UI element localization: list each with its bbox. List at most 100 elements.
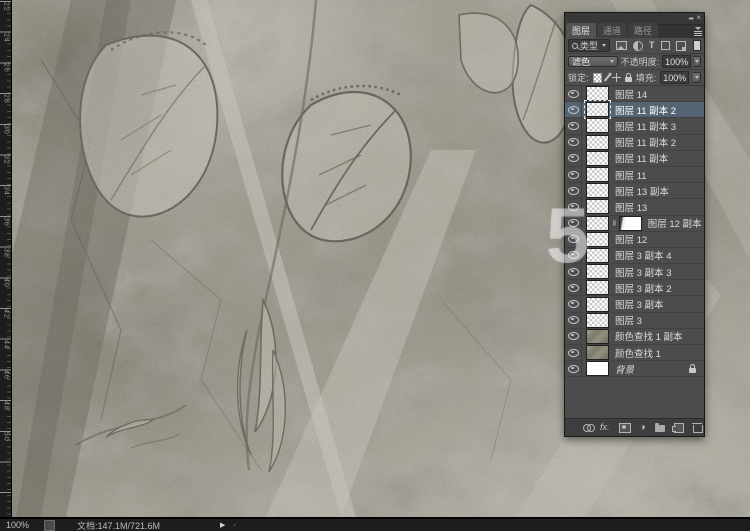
- layer-row[interactable]: 图层 3 副本 4: [565, 247, 704, 265]
- lock-transparency-icon[interactable]: [592, 72, 603, 83]
- layer-name[interactable]: 图层 3 副本 3: [615, 265, 672, 279]
- visibility-toggle[interactable]: [565, 345, 582, 361]
- visibility-toggle[interactable]: [565, 264, 582, 280]
- layer-row[interactable]: 图层 3 副本 2: [565, 280, 704, 297]
- adjustment-layer-filter-icon[interactable]: [633, 40, 644, 51]
- layer-name[interactable]: 图层 11 副本 2: [615, 103, 676, 117]
- layer-thumbnail[interactable]: [586, 328, 609, 344]
- layer-name[interactable]: 图层 3: [615, 313, 642, 327]
- layer-row[interactable]: 图层 14: [565, 86, 704, 103]
- layer-thumbnail[interactable]: [586, 247, 609, 263]
- layer-row[interactable]: 图层 3 副本 3: [565, 264, 704, 281]
- status-options-arrow[interactable]: ▶: [220, 521, 225, 529]
- visibility-toggle[interactable]: [565, 231, 582, 247]
- lock-position-icon[interactable]: [612, 73, 621, 82]
- layer-row[interactable]: 图层 3 副本: [565, 296, 704, 313]
- layer-row[interactable]: 图层 13: [565, 199, 704, 216]
- layer-row[interactable]: 图层 13 副本: [565, 183, 704, 200]
- delete-layer-icon[interactable]: [691, 423, 703, 433]
- layer-style-fx-icon[interactable]: fx.: [600, 423, 610, 432]
- layer-row[interactable]: 图层 11 副本 2: [565, 100, 704, 120]
- layer-name[interactable]: 背景: [615, 362, 634, 376]
- layer-thumbnail[interactable]: [586, 199, 609, 215]
- layer-row[interactable]: 图层 11: [565, 166, 704, 184]
- type-layer-filter-icon[interactable]: T: [649, 41, 655, 50]
- layer-row[interactable]: 图层 11 副本 3: [565, 118, 704, 135]
- filter-toggle-switch[interactable]: [693, 40, 701, 51]
- layer-name[interactable]: 图层 13 副本: [615, 184, 669, 198]
- layer-thumbnail[interactable]: [584, 100, 611, 120]
- layer-name[interactable]: 图层 11 副本: [615, 151, 668, 165]
- visibility-toggle[interactable]: [565, 183, 582, 199]
- add-mask-icon[interactable]: [618, 422, 631, 433]
- layer-name[interactable]: 图层 13: [615, 200, 647, 214]
- layer-name[interactable]: 图层 11: [615, 168, 647, 182]
- filter-type-select[interactable]: 类型: [568, 39, 611, 52]
- layer-thumbnail[interactable]: [586, 167, 609, 183]
- layer-thumbnail[interactable]: [586, 312, 609, 328]
- layer-name[interactable]: 图层 11 副本 2: [615, 135, 676, 149]
- visibility-toggle[interactable]: [565, 296, 582, 312]
- smart-object-filter-icon[interactable]: [675, 40, 686, 51]
- layer-thumbnail[interactable]: [586, 345, 609, 361]
- layer-row[interactable]: 图层 11 副本: [565, 150, 704, 167]
- zoom-level-field[interactable]: 100%: [6, 520, 40, 530]
- layer-row[interactable]: 背景: [565, 361, 704, 378]
- layer-row[interactable]: 图层 12: [565, 231, 704, 248]
- opacity-value-field[interactable]: 100%: [662, 55, 692, 68]
- visibility-toggle[interactable]: [565, 247, 582, 264]
- visibility-toggle[interactable]: [565, 166, 582, 183]
- layer-row[interactable]: ∞ 图层 12 副本: [565, 215, 704, 232]
- visibility-toggle[interactable]: [565, 312, 582, 328]
- shape-layer-filter-icon[interactable]: [660, 41, 670, 50]
- tab-layers[interactable]: 图层: [566, 23, 597, 38]
- layer-mask-thumbnail[interactable]: [618, 215, 642, 231]
- layer-thumbnail[interactable]: [586, 150, 609, 166]
- fill-dropdown-button[interactable]: [693, 72, 702, 83]
- layer-name[interactable]: 图层 3 副本: [615, 297, 664, 311]
- vertical-ruler[interactable]: 22 24 26 28 30 32 34 36 38 40 42 44 46 48 50: [0, 0, 12, 517]
- new-layer-icon[interactable]: [671, 422, 684, 433]
- layer-thumbnail[interactable]: [586, 231, 609, 247]
- layer-name[interactable]: 图层 14: [615, 87, 647, 101]
- pixel-layer-filter-icon[interactable]: [616, 41, 628, 50]
- panel-menu-icon[interactable]: [694, 27, 702, 36]
- lock-all-icon[interactable]: [624, 73, 632, 82]
- layer-thumbnail[interactable]: [586, 215, 609, 231]
- layer-thumbnail[interactable]: [586, 118, 609, 134]
- layer-thumbnail[interactable]: [586, 183, 609, 199]
- lock-pixels-brush-icon[interactable]: [603, 73, 611, 82]
- layer-name[interactable]: 图层 3 副本 4: [615, 248, 672, 262]
- collapse-panel-icon[interactable]: ◂◂: [688, 16, 693, 22]
- layer-row[interactable]: 图层 11 副本 2: [565, 134, 704, 151]
- opacity-dropdown-button[interactable]: [694, 56, 701, 67]
- layer-thumbnail[interactable]: [586, 296, 609, 312]
- visibility-toggle[interactable]: [565, 199, 582, 215]
- layer-thumbnail[interactable]: [586, 361, 609, 377]
- new-group-icon[interactable]: [654, 423, 665, 432]
- layer-row[interactable]: 图层 3: [565, 312, 704, 329]
- visibility-toggle[interactable]: [565, 134, 582, 150]
- fill-value-field[interactable]: 100%: [660, 71, 690, 84]
- layer-name[interactable]: 颜色查找 1: [615, 346, 661, 360]
- layer-name[interactable]: 图层 3 副本 2: [615, 281, 672, 295]
- close-panel-icon[interactable]: ×: [696, 14, 701, 22]
- layer-row[interactable]: 颜色查找 1: [565, 345, 704, 362]
- layer-thumbnail[interactable]: [586, 280, 609, 296]
- visibility-toggle[interactable]: [565, 215, 582, 231]
- blend-mode-select[interactable]: 滤色: [568, 56, 618, 67]
- layer-thumbnail[interactable]: [586, 134, 609, 150]
- link-layers-icon[interactable]: [583, 423, 595, 432]
- visibility-toggle[interactable]: [565, 86, 582, 102]
- layer-thumbnail[interactable]: [586, 264, 609, 280]
- tab-channels[interactable]: 通道: [597, 23, 628, 38]
- visibility-toggle[interactable]: [565, 280, 582, 296]
- visibility-toggle[interactable]: [565, 118, 582, 134]
- layer-name[interactable]: 图层 12 副本: [648, 216, 702, 230]
- layer-name[interactable]: 图层 12: [615, 232, 647, 246]
- layer-row[interactable]: 颜色查找 1 副本: [565, 328, 704, 345]
- layer-name[interactable]: 颜色查找 1 副本: [615, 329, 683, 343]
- layer-name[interactable]: 图层 11 副本 3: [615, 119, 676, 133]
- visibility-toggle[interactable]: [565, 102, 582, 118]
- adjustment-layer-icon[interactable]: ◑: [640, 422, 646, 433]
